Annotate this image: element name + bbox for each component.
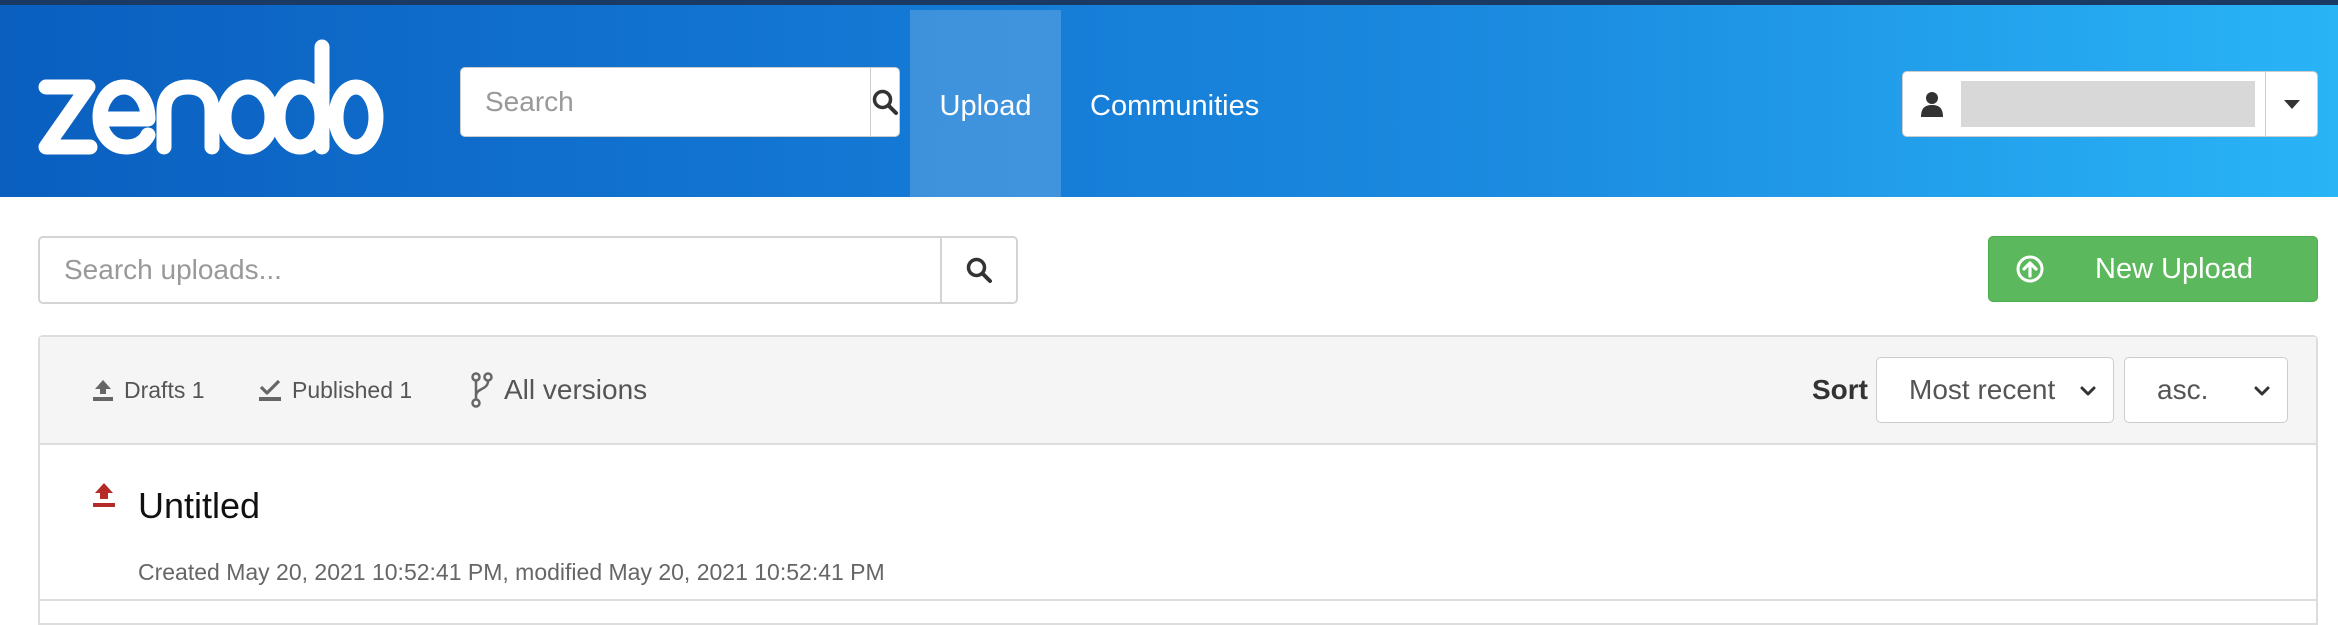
uploads-search-input[interactable] [38,236,942,304]
uploads-panel-heading: Drafts 1 Published 1 All versions Sort M… [40,337,2316,445]
code-fork-icon [470,372,494,408]
chevron-down-icon [2254,386,2270,396]
list-item: Untitled Created May 20, 2021 10:52:41 P… [40,445,2316,625]
upload-title-link[interactable]: Untitled [138,485,260,527]
search-icon [966,257,992,283]
nav-link-upload[interactable]: Upload [910,10,1061,202]
chevron-down-icon [2080,386,2096,396]
user-menu[interactable] [1902,71,2318,137]
sort-order-value: asc. [2157,374,2209,405]
user-name-redacted [1961,81,2255,127]
caret-down-icon [2283,99,2300,109]
nav-search-button[interactable] [871,67,900,137]
uploads-search [38,236,1018,304]
nav-search-input[interactable] [460,67,871,137]
filter-published[interactable]: Published 1 [258,337,412,443]
navbar: Upload Communities [0,0,2338,202]
filter-published-label: Published 1 [292,376,413,403]
filter-all-versions[interactable]: All versions [470,337,647,443]
new-upload-label: New Upload [2095,252,2253,285]
nav-search [460,67,900,137]
sort-label: Sort [1812,374,1868,405]
user-menu-toggle[interactable] [2265,72,2317,136]
upload-draft-icon [92,481,116,509]
check-tray-icon [258,378,282,402]
upload-meta: Created May 20, 2021 10:52:41 PM, modifi… [138,559,885,585]
divider [40,599,2316,601]
new-upload-button[interactable]: New Upload [1988,236,2318,302]
filter-drafts[interactable]: Drafts 1 [92,337,205,443]
filter-drafts-label: Drafts 1 [124,376,205,403]
upload-circle-icon [2015,254,2045,284]
sort-order-select[interactable]: asc. [2124,357,2288,423]
uploads-panel: Drafts 1 Published 1 All versions Sort M… [38,335,2318,625]
upload-icon [92,378,114,402]
sort-field-select[interactable]: Most recent [1876,357,2114,423]
zenodo-logo[interactable] [36,35,384,157]
filter-all-versions-label: All versions [504,374,648,405]
user-icon [1903,91,1961,117]
uploads-search-button[interactable] [942,236,1018,304]
search-icon [872,89,898,115]
nav-link-communities[interactable]: Communities [1090,10,1259,202]
sort-field-value: Most recent [1909,374,2056,405]
